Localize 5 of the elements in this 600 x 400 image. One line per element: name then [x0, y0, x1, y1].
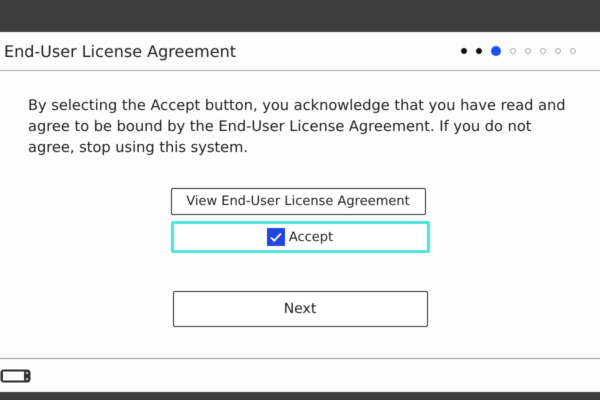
screen-title: End-User License Agreement: [4, 42, 236, 60]
agreement-message: By selecting the Accept button, you acknowledge that you have read and agree to be bound by the End-User License Agreement. If you do not agree, stop using this system.: [27, 96, 567, 158]
next-button[interactable]: Next: [172, 291, 428, 327]
view-agreement-button[interactable]: View End-User License Agreement: [170, 188, 426, 215]
accept-checkbox[interactable]: Accept: [170, 221, 430, 253]
